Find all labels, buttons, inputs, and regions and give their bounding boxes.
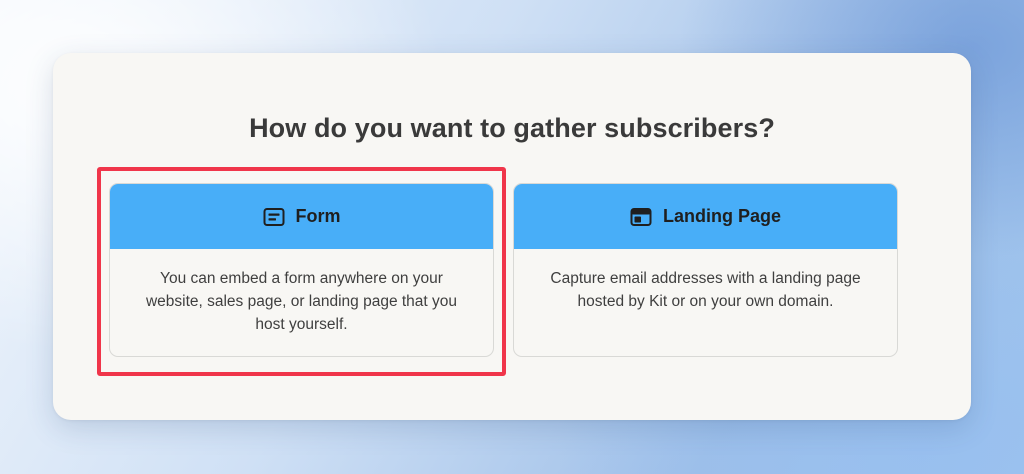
- modal-title: How do you want to gather subscribers?: [249, 113, 775, 143]
- landing-page-card-title: Landing Page: [662, 206, 781, 226]
- form-icon: [263, 206, 285, 228]
- form-card-title: Form: [295, 206, 341, 226]
- landing-page-card-header: Landing Page: [514, 184, 897, 249]
- form-card-header: Form: [110, 184, 493, 249]
- form-card-description: You can embed a form anywhere on your we…: [145, 270, 458, 333]
- landing-page-option-card[interactable]: Landing Page Capture email addresses wit…: [513, 183, 898, 357]
- form-option-card[interactable]: Form You can embed a form anywhere on yo…: [109, 183, 494, 357]
- landing-page-card-description: Capture email addresses with a landing p…: [550, 270, 861, 310]
- landing-page-icon: [630, 206, 652, 228]
- subscriber-method-modal: How do you want to gather subscribers? F…: [53, 53, 971, 420]
